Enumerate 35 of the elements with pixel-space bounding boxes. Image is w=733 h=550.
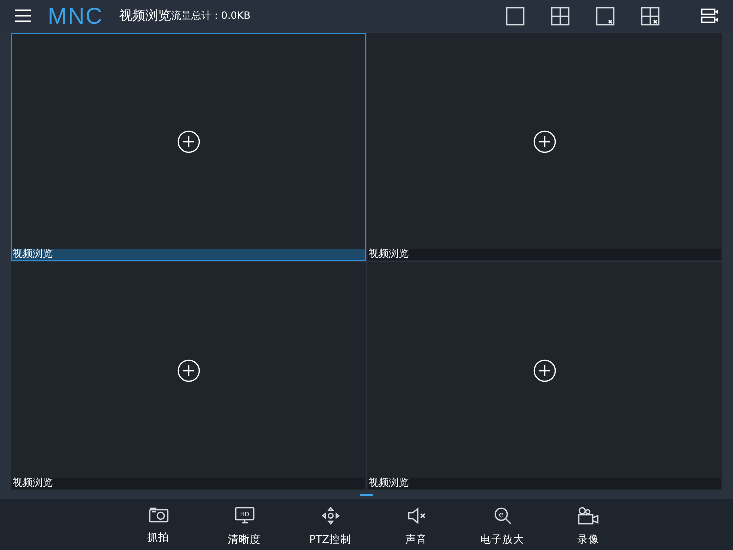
video-panel[interactable]: 视频浏览: [11, 262, 366, 490]
grid-layout-icon: [550, 6, 570, 26]
toolbar-button[interactable]: PTZ控制: [288, 499, 374, 550]
add-button[interactable]: [176, 130, 200, 154]
video-panel[interactable]: 视频浏览: [367, 33, 722, 261]
panel-label: 视频浏览: [368, 478, 409, 489]
toolbar-button[interactable]: 录像: [546, 499, 632, 550]
toolbar-button[interactable]: e 电子放大: [460, 499, 546, 550]
layout-button[interactable]: [594, 5, 616, 27]
panel-label: 视频浏览: [12, 478, 53, 489]
toolbar-button[interactable]: 抓拍: [116, 499, 202, 550]
layout-button[interactable]: [549, 5, 571, 27]
grid-layout-icon: [640, 6, 660, 26]
layout-button[interactable]: [504, 5, 526, 27]
page-indicator: [360, 494, 372, 496]
logo: MNC: [48, 2, 104, 30]
add-button[interactable]: [532, 130, 556, 154]
add-button[interactable]: [532, 358, 556, 382]
toolbar-button[interactable]: 声音: [374, 499, 460, 550]
camera-icon: [148, 507, 168, 523]
video-panel[interactable]: 视频浏览: [11, 33, 366, 261]
menu-icon[interactable]: [14, 9, 32, 23]
video-camera-icon: [578, 507, 600, 525]
square-layout-icon: [506, 6, 524, 26]
video-panel[interactable]: 视频浏览: [367, 262, 722, 490]
layout-button[interactable]: [639, 5, 661, 27]
add-button[interactable]: [176, 358, 200, 382]
direction-pad-icon: [322, 507, 340, 525]
list-icon: [701, 8, 719, 24]
traffic-total: 流量总计：0.0KB: [171, 10, 251, 23]
panel-label: 视频浏览: [368, 249, 409, 260]
panel-label: 视频浏览: [12, 249, 53, 260]
mute-icon: [406, 507, 426, 525]
page-title: 视频浏览: [119, 8, 172, 25]
square-layout-icon: [596, 6, 614, 26]
